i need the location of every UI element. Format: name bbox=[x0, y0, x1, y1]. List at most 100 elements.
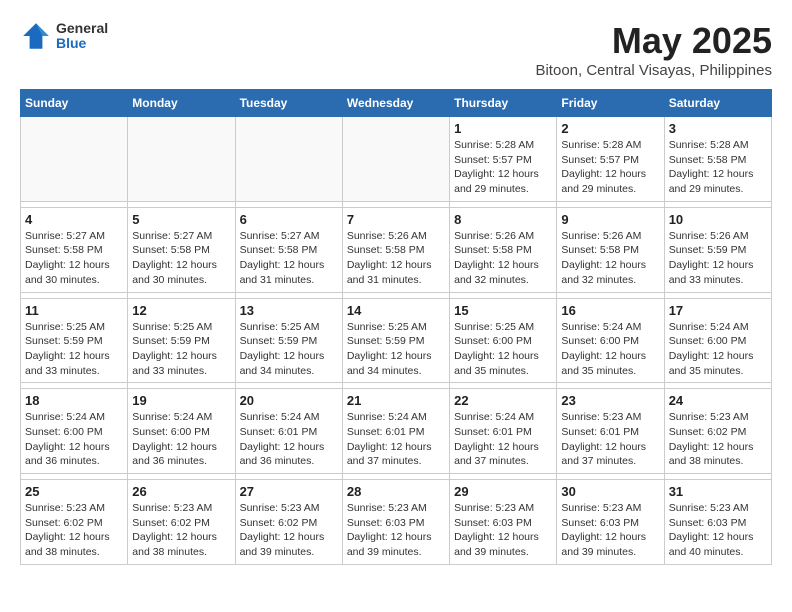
day-info: Sunrise: 5:25 AM Sunset: 5:59 PM Dayligh… bbox=[25, 320, 123, 379]
day-info: Sunrise: 5:23 AM Sunset: 6:02 PM Dayligh… bbox=[240, 501, 338, 560]
calendar-cell: 30 Sunrise: 5:23 AM Sunset: 6:03 PM Dayli… bbox=[557, 480, 664, 565]
day-info: Sunrise: 5:24 AM Sunset: 6:00 PM Dayligh… bbox=[561, 320, 659, 379]
day-number: 24 bbox=[669, 393, 767, 408]
calendar-cell: 15 Sunrise: 5:25 AM Sunset: 6:00 PM Dayli… bbox=[450, 298, 557, 383]
day-number: 31 bbox=[669, 484, 767, 499]
day-number: 25 bbox=[25, 484, 123, 499]
day-info: Sunrise: 5:24 AM Sunset: 6:00 PM Dayligh… bbox=[132, 410, 230, 469]
day-number: 10 bbox=[669, 212, 767, 227]
calendar-cell bbox=[128, 117, 235, 202]
calendar-week-4: 18 Sunrise: 5:24 AM Sunset: 6:00 PM Dayli… bbox=[21, 389, 772, 474]
calendar-cell: 3 Sunrise: 5:28 AM Sunset: 5:58 PM Daylig… bbox=[664, 117, 771, 202]
day-info: Sunrise: 5:25 AM Sunset: 6:00 PM Dayligh… bbox=[454, 320, 552, 379]
weekday-header-friday: Friday bbox=[557, 90, 664, 117]
calendar-cell: 29 Sunrise: 5:23 AM Sunset: 6:03 PM Dayli… bbox=[450, 480, 557, 565]
day-info: Sunrise: 5:24 AM Sunset: 6:01 PM Dayligh… bbox=[454, 410, 552, 469]
calendar-cell bbox=[235, 117, 342, 202]
calendar-week-3: 11 Sunrise: 5:25 AM Sunset: 5:59 PM Dayli… bbox=[21, 298, 772, 383]
calendar-cell: 6 Sunrise: 5:27 AM Sunset: 5:58 PM Daylig… bbox=[235, 207, 342, 292]
day-info: Sunrise: 5:24 AM Sunset: 6:00 PM Dayligh… bbox=[25, 410, 123, 469]
day-info: Sunrise: 5:23 AM Sunset: 6:03 PM Dayligh… bbox=[454, 501, 552, 560]
calendar-cell: 12 Sunrise: 5:25 AM Sunset: 5:59 PM Dayli… bbox=[128, 298, 235, 383]
day-number: 20 bbox=[240, 393, 338, 408]
title-area: May 2025 Bitoon, Central Visayas, Philip… bbox=[535, 20, 772, 79]
day-info: Sunrise: 5:26 AM Sunset: 5:58 PM Dayligh… bbox=[561, 229, 659, 288]
calendar-cell: 8 Sunrise: 5:26 AM Sunset: 5:58 PM Daylig… bbox=[450, 207, 557, 292]
day-number: 23 bbox=[561, 393, 659, 408]
day-info: Sunrise: 5:23 AM Sunset: 6:02 PM Dayligh… bbox=[669, 410, 767, 469]
day-number: 16 bbox=[561, 303, 659, 318]
day-number: 6 bbox=[240, 212, 338, 227]
day-info: Sunrise: 5:28 AM Sunset: 5:58 PM Dayligh… bbox=[669, 138, 767, 197]
calendar-cell: 1Sunrise: 5:28 AM Sunset: 5:57 PM Daylig… bbox=[450, 117, 557, 202]
calendar-cell: 4 Sunrise: 5:27 AM Sunset: 5:58 PM Daylig… bbox=[21, 207, 128, 292]
weekday-header-saturday: Saturday bbox=[664, 90, 771, 117]
day-info: Sunrise: 5:23 AM Sunset: 6:03 PM Dayligh… bbox=[669, 501, 767, 560]
day-info: Sunrise: 5:27 AM Sunset: 5:58 PM Dayligh… bbox=[240, 229, 338, 288]
calendar-cell: 31 Sunrise: 5:23 AM Sunset: 6:03 PM Dayli… bbox=[664, 480, 771, 565]
calendar-cell bbox=[21, 117, 128, 202]
day-number: 21 bbox=[347, 393, 445, 408]
calendar-week-1: 1Sunrise: 5:28 AM Sunset: 5:57 PM Daylig… bbox=[21, 117, 772, 202]
day-number: 30 bbox=[561, 484, 659, 499]
page-header: General Blue May 2025 Bitoon, Central Vi… bbox=[20, 20, 772, 79]
day-info: Sunrise: 5:26 AM Sunset: 5:58 PM Dayligh… bbox=[347, 229, 445, 288]
calendar-cell: 14 Sunrise: 5:25 AM Sunset: 5:59 PM Dayli… bbox=[342, 298, 449, 383]
logo: General Blue bbox=[20, 20, 108, 52]
day-info: Sunrise: 5:28 AM Sunset: 5:57 PM Dayligh… bbox=[454, 138, 552, 197]
calendar-cell: 20 Sunrise: 5:24 AM Sunset: 6:01 PM Dayli… bbox=[235, 389, 342, 474]
day-number: 19 bbox=[132, 393, 230, 408]
day-number: 4 bbox=[25, 212, 123, 227]
day-number: 29 bbox=[454, 484, 552, 499]
day-number: 22 bbox=[454, 393, 552, 408]
weekday-header-monday: Monday bbox=[128, 90, 235, 117]
calendar-cell: 9 Sunrise: 5:26 AM Sunset: 5:58 PM Daylig… bbox=[557, 207, 664, 292]
day-number: 12 bbox=[132, 303, 230, 318]
calendar-cell: 22 Sunrise: 5:24 AM Sunset: 6:01 PM Dayli… bbox=[450, 389, 557, 474]
calendar-cell: 19 Sunrise: 5:24 AM Sunset: 6:00 PM Dayli… bbox=[128, 389, 235, 474]
logo-general-text: General bbox=[56, 21, 108, 36]
day-number: 11 bbox=[25, 303, 123, 318]
day-number: 15 bbox=[454, 303, 552, 318]
day-number: 14 bbox=[347, 303, 445, 318]
day-number: 8 bbox=[454, 212, 552, 227]
day-info: Sunrise: 5:25 AM Sunset: 5:59 PM Dayligh… bbox=[132, 320, 230, 379]
day-info: Sunrise: 5:23 AM Sunset: 6:02 PM Dayligh… bbox=[25, 501, 123, 560]
day-info: Sunrise: 5:25 AM Sunset: 5:59 PM Dayligh… bbox=[347, 320, 445, 379]
calendar-cell: 27 Sunrise: 5:23 AM Sunset: 6:02 PM Dayli… bbox=[235, 480, 342, 565]
day-info: Sunrise: 5:26 AM Sunset: 5:59 PM Dayligh… bbox=[669, 229, 767, 288]
weekday-header-wednesday: Wednesday bbox=[342, 90, 449, 117]
calendar-cell: 10 Sunrise: 5:26 AM Sunset: 5:59 PM Dayli… bbox=[664, 207, 771, 292]
calendar-cell bbox=[342, 117, 449, 202]
day-info: Sunrise: 5:27 AM Sunset: 5:58 PM Dayligh… bbox=[132, 229, 230, 288]
day-info: Sunrise: 5:24 AM Sunset: 6:01 PM Dayligh… bbox=[347, 410, 445, 469]
logo-blue-text: Blue bbox=[56, 36, 108, 51]
calendar-cell: 28Sunrise: 5:23 AM Sunset: 6:03 PM Dayli… bbox=[342, 480, 449, 565]
day-info: Sunrise: 5:23 AM Sunset: 6:03 PM Dayligh… bbox=[561, 501, 659, 560]
day-info: Sunrise: 5:26 AM Sunset: 5:58 PM Dayligh… bbox=[454, 229, 552, 288]
calendar-cell: 17Sunrise: 5:24 AM Sunset: 6:00 PM Dayli… bbox=[664, 298, 771, 383]
calendar-cell: 11 Sunrise: 5:25 AM Sunset: 5:59 PM Dayli… bbox=[21, 298, 128, 383]
day-info: Sunrise: 5:24 AM Sunset: 6:01 PM Dayligh… bbox=[240, 410, 338, 469]
day-number: 18 bbox=[25, 393, 123, 408]
day-number: 27 bbox=[240, 484, 338, 499]
day-info: Sunrise: 5:23 AM Sunset: 6:02 PM Dayligh… bbox=[132, 501, 230, 560]
logo-icon bbox=[20, 20, 52, 52]
logo-text: General Blue bbox=[56, 21, 108, 52]
calendar-cell: 18 Sunrise: 5:24 AM Sunset: 6:00 PM Dayli… bbox=[21, 389, 128, 474]
day-info: Sunrise: 5:23 AM Sunset: 6:03 PM Dayligh… bbox=[347, 501, 445, 560]
day-number: 9 bbox=[561, 212, 659, 227]
calendar-table: SundayMondayTuesdayWednesdayThursdayFrid… bbox=[20, 89, 772, 565]
subtitle: Bitoon, Central Visayas, Philippines bbox=[535, 62, 772, 79]
calendar-cell: 24 Sunrise: 5:23 AM Sunset: 6:02 PM Dayli… bbox=[664, 389, 771, 474]
calendar-cell: 21 Sunrise: 5:24 AM Sunset: 6:01 PM Dayli… bbox=[342, 389, 449, 474]
day-info: Sunrise: 5:27 AM Sunset: 5:58 PM Dayligh… bbox=[25, 229, 123, 288]
day-number: 17 bbox=[669, 303, 767, 318]
day-number: 3 bbox=[669, 121, 767, 136]
calendar-week-5: 25 Sunrise: 5:23 AM Sunset: 6:02 PM Dayli… bbox=[21, 480, 772, 565]
weekday-header-tuesday: Tuesday bbox=[235, 90, 342, 117]
weekday-header-sunday: Sunday bbox=[21, 90, 128, 117]
day-number: 13 bbox=[240, 303, 338, 318]
calendar-week-2: 4 Sunrise: 5:27 AM Sunset: 5:58 PM Daylig… bbox=[21, 207, 772, 292]
calendar-cell: 23Sunrise: 5:23 AM Sunset: 6:01 PM Dayli… bbox=[557, 389, 664, 474]
